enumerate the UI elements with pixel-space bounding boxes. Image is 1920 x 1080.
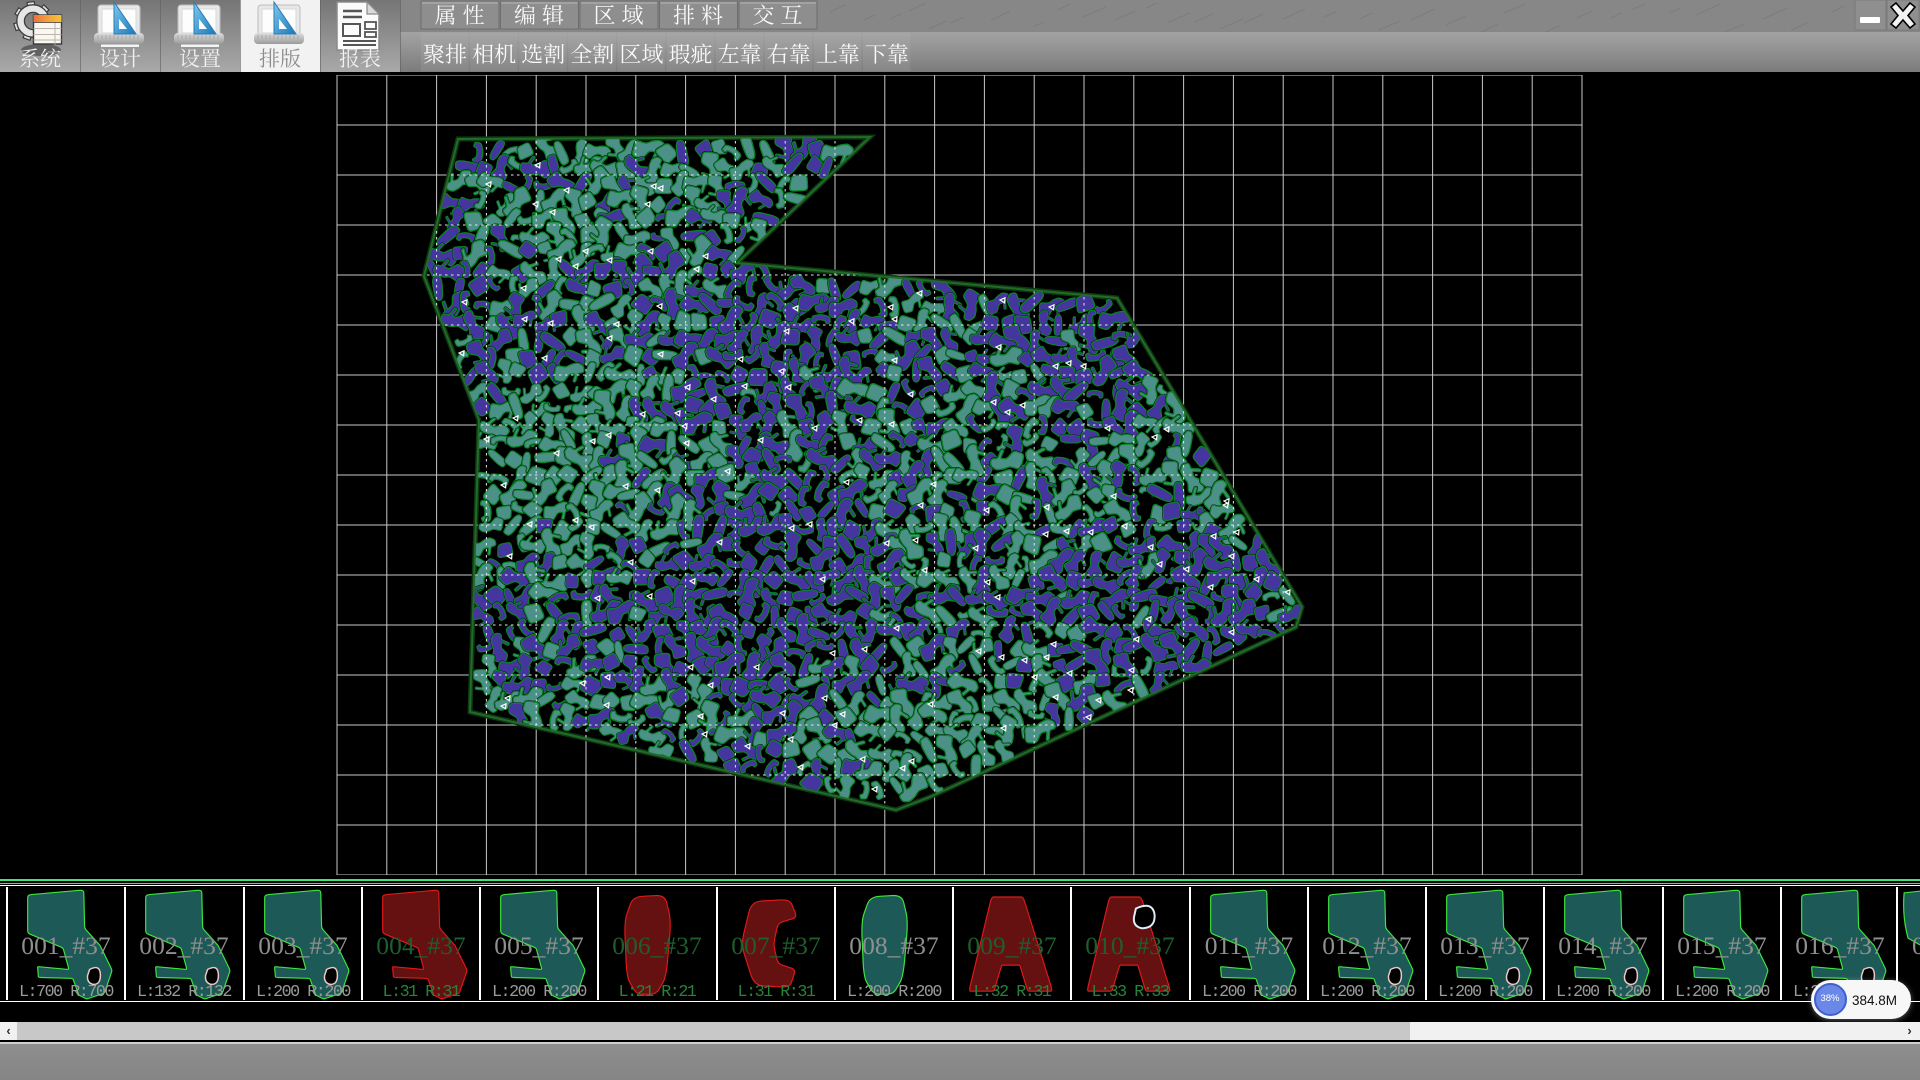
svg-text:L:200 R:200: L:200 R:200 xyxy=(1675,983,1769,1000)
svg-text:007_#37: 007_#37 xyxy=(731,931,821,960)
svg-text:004_#37: 004_#37 xyxy=(376,931,466,960)
svg-text:006_#37: 006_#37 xyxy=(613,931,703,960)
svg-text:L:31 R:31: L:31 R:31 xyxy=(382,983,460,1000)
svg-text:L:132 R:132: L:132 R:132 xyxy=(137,983,231,1000)
svg-text:003_#37: 003_#37 xyxy=(258,931,348,960)
svg-text:L:200 R:200: L:200 R:200 xyxy=(847,983,941,1000)
svg-text:0: 0 xyxy=(1912,931,1920,960)
svg-text:L:32 R:31: L:32 R:31 xyxy=(974,983,1052,1000)
svg-text:005_#37: 005_#37 xyxy=(494,931,584,960)
svg-text:L:200 R:200: L:200 R:200 xyxy=(1438,983,1532,1000)
svg-text:L:33 R:33: L:33 R:33 xyxy=(1092,983,1169,1000)
svg-text:L:700 R:700: L:700 R:700 xyxy=(19,983,113,1000)
svg-text:001_#37: 001_#37 xyxy=(21,931,111,960)
svg-text:013_#37: 013_#37 xyxy=(1440,931,1530,960)
svg-text:L:200 R:200: L:200 R:200 xyxy=(1556,983,1650,1000)
svg-text:008_#37: 008_#37 xyxy=(849,931,939,960)
svg-text:L:200 R:200: L:200 R:200 xyxy=(1320,983,1414,1000)
svg-text:L:21 R:21: L:21 R:21 xyxy=(619,983,697,1000)
svg-text:009_#37: 009_#37 xyxy=(967,931,1057,960)
svg-text:012_#37: 012_#37 xyxy=(1322,931,1412,960)
svg-text:L:200 R:200: L:200 R:200 xyxy=(1202,983,1296,1000)
svg-text:010_#37: 010_#37 xyxy=(1086,931,1176,960)
svg-text:015_#37: 015_#37 xyxy=(1677,931,1767,960)
svg-text:L:31 R:31: L:31 R:31 xyxy=(737,983,815,1000)
svg-text:002_#37: 002_#37 xyxy=(140,931,230,960)
svg-text:L:200 R:200: L:200 R:200 xyxy=(492,983,586,1000)
svg-text:011_#37: 011_#37 xyxy=(1204,931,1293,960)
svg-text:L:200 R:200: L:200 R:200 xyxy=(256,983,350,1000)
svg-text:016_#37: 016_#37 xyxy=(1795,931,1885,960)
svg-text:014_#37: 014_#37 xyxy=(1559,931,1649,960)
